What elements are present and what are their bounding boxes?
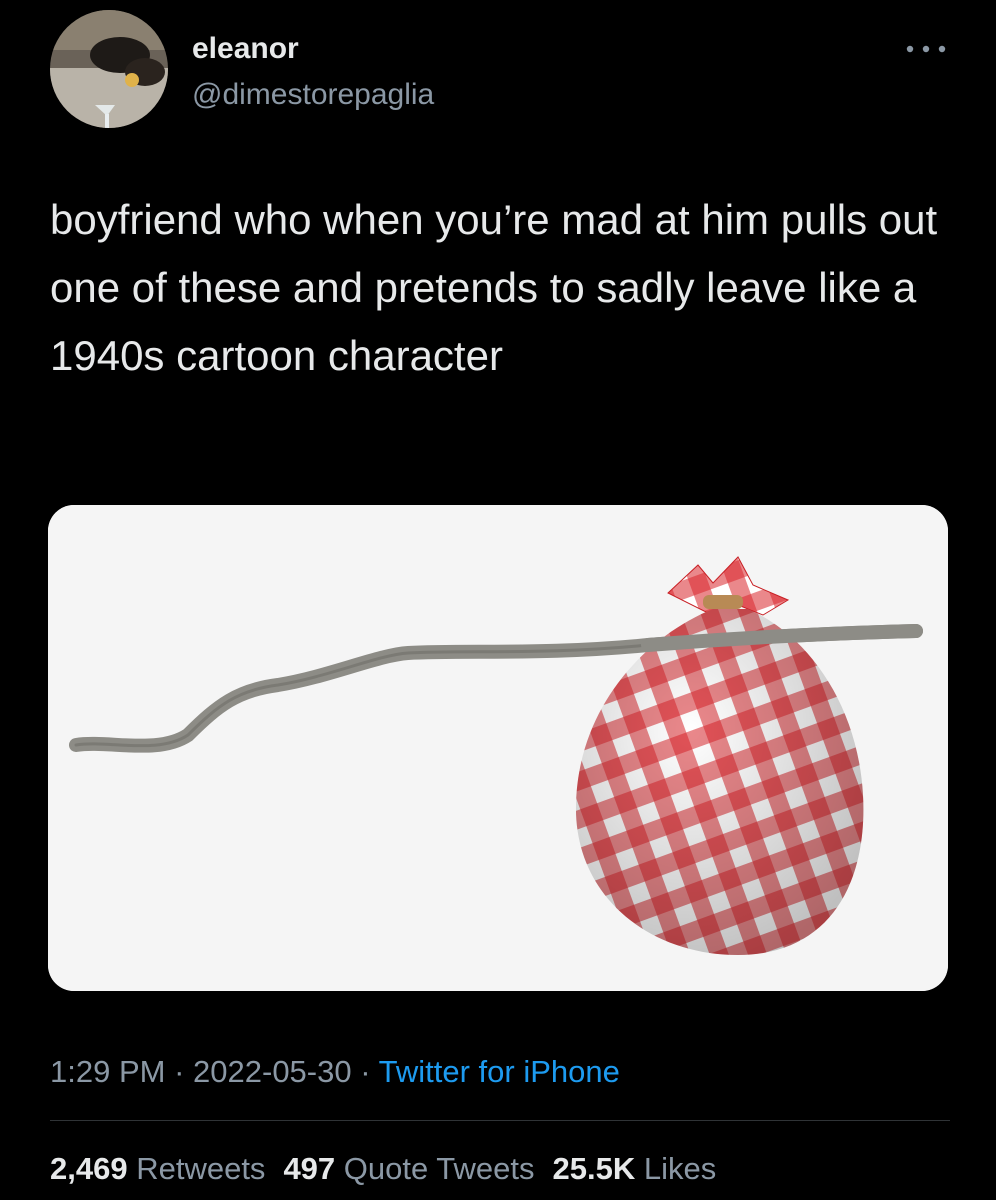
tweet-date[interactable]: 2022-05-30: [193, 1054, 352, 1089]
bindle-stick-icon: [48, 505, 948, 991]
likes-stat[interactable]: 25.5K Likes: [553, 1151, 717, 1186]
more-options-button[interactable]: [900, 34, 952, 64]
tweet-meta: 1:29 PM · 2022-05-30 · Twitter for iPhon…: [50, 1052, 620, 1092]
retweets-stat[interactable]: 2,469 Retweets: [50, 1151, 265, 1186]
retweets-label: Retweets: [136, 1151, 266, 1186]
quote-tweets-stat[interactable]: 497 Quote Tweets: [283, 1151, 534, 1186]
tweet-stats: 2,469 Retweets 497 Quote Tweets 25.5K Like…: [50, 1149, 716, 1189]
likes-count: 25.5K: [552, 1151, 636, 1186]
quote-tweets-label: Quote Tweets: [343, 1151, 535, 1186]
divider: [50, 1120, 950, 1121]
quote-tweets-count: 497: [283, 1151, 336, 1186]
tweet-source-link[interactable]: Twitter for iPhone: [379, 1054, 620, 1089]
tweet-media-image[interactable]: [48, 505, 948, 991]
meta-separator: ·: [360, 1054, 371, 1089]
profile-photo-icon: [50, 10, 168, 128]
tweet-text: boyfriend who when you’re mad at him pul…: [50, 196, 938, 379]
author-avatar[interactable]: [50, 10, 168, 128]
meta-separator: ·: [174, 1054, 185, 1089]
author-handle[interactable]: @dimestorepaglia: [192, 76, 434, 114]
ellipsis-icon: [906, 45, 946, 53]
author-display-name[interactable]: eleanor: [192, 30, 299, 68]
likes-label: Likes: [643, 1151, 717, 1186]
retweets-count: 2,469: [50, 1151, 128, 1186]
tweet-time[interactable]: 1:29 PM: [50, 1054, 165, 1089]
